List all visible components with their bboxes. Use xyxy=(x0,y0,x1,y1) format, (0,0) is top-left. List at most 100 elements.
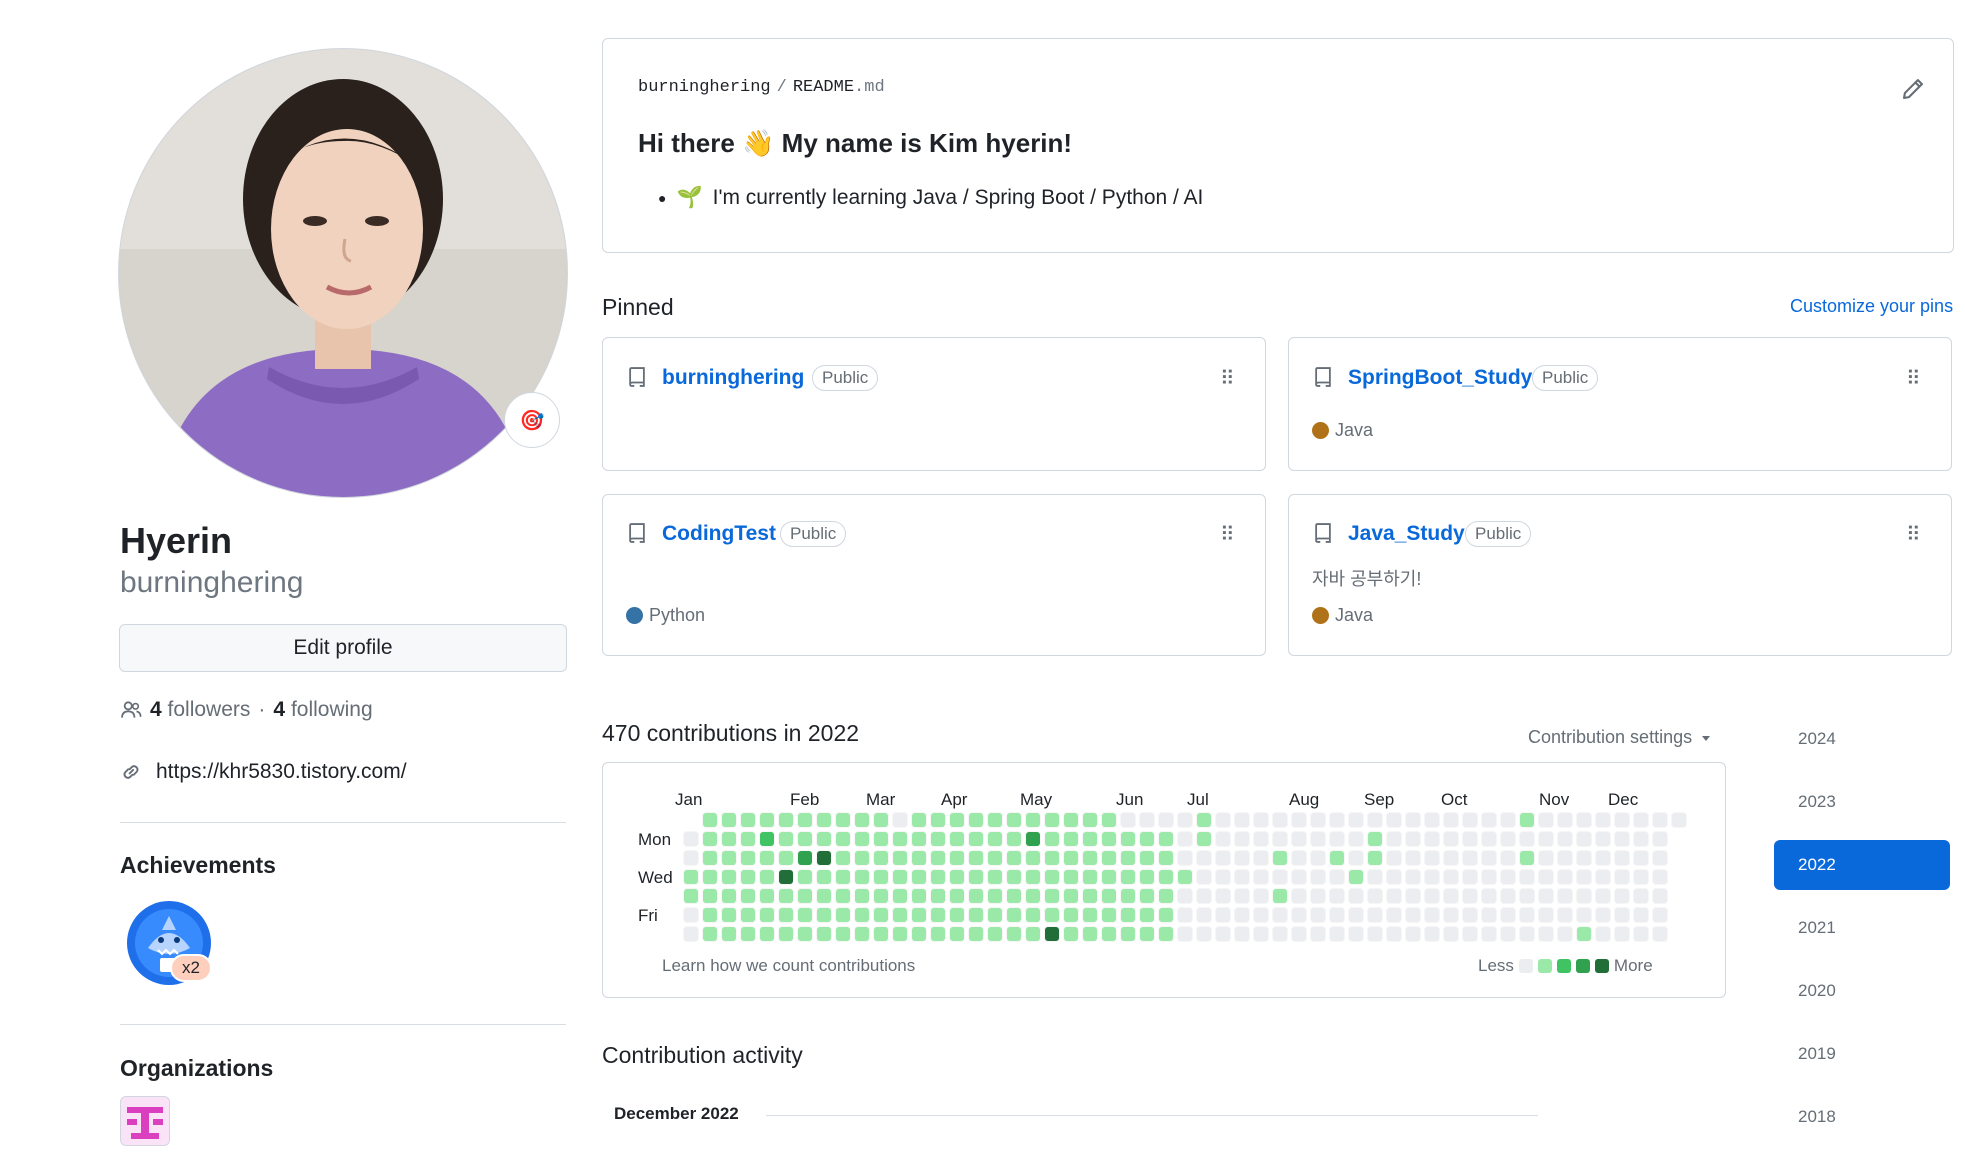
contribution-day-cell[interactable] xyxy=(1557,888,1573,904)
followers-link[interactable]: 4 followers xyxy=(150,698,250,722)
contribution-day-cell[interactable] xyxy=(1538,888,1554,904)
contribution-day-cell[interactable] xyxy=(1234,812,1250,828)
contribution-day-cell[interactable] xyxy=(683,831,699,847)
contribution-day-cell[interactable] xyxy=(1576,850,1592,866)
contribution-day-cell[interactable] xyxy=(968,888,984,904)
contribution-day-cell[interactable] xyxy=(1291,812,1307,828)
contribution-day-cell[interactable] xyxy=(1120,850,1136,866)
contribution-day-cell[interactable] xyxy=(1177,812,1193,828)
contribution-day-cell[interactable] xyxy=(1405,907,1421,923)
contribution-day-cell[interactable] xyxy=(778,926,794,942)
contribution-day-cell[interactable] xyxy=(854,850,870,866)
contribution-day-cell[interactable] xyxy=(1006,888,1022,904)
contribution-day-cell[interactable] xyxy=(1481,888,1497,904)
contribution-day-cell[interactable] xyxy=(1006,831,1022,847)
contribution-day-cell[interactable] xyxy=(1044,850,1060,866)
contribution-day-cell[interactable] xyxy=(1424,926,1440,942)
contribution-day-cell[interactable] xyxy=(1082,869,1098,885)
contribution-day-cell[interactable] xyxy=(1234,869,1250,885)
contribution-day-cell[interactable] xyxy=(1101,831,1117,847)
contribution-day-cell[interactable] xyxy=(949,907,965,923)
contribution-day-cell[interactable] xyxy=(1139,831,1155,847)
contribution-day-cell[interactable] xyxy=(1006,812,1022,828)
contribution-day-cell[interactable] xyxy=(1082,926,1098,942)
contribution-day-cell[interactable] xyxy=(1443,850,1459,866)
contribution-day-cell[interactable] xyxy=(702,926,718,942)
contribution-day-cell[interactable] xyxy=(1424,907,1440,923)
year-link-2021[interactable]: 2021 xyxy=(1774,903,1950,953)
contribution-day-cell[interactable] xyxy=(1443,869,1459,885)
contribution-day-cell[interactable] xyxy=(816,907,832,923)
contribution-day-cell[interactable] xyxy=(987,888,1003,904)
contribution-day-cell[interactable] xyxy=(1329,869,1345,885)
contribution-day-cell[interactable] xyxy=(683,850,699,866)
contribution-day-cell[interactable] xyxy=(1139,907,1155,923)
contribution-day-cell[interactable] xyxy=(1253,850,1269,866)
contribution-day-cell[interactable] xyxy=(1481,812,1497,828)
contribution-day-cell[interactable] xyxy=(1614,831,1630,847)
contribution-day-cell[interactable] xyxy=(1120,907,1136,923)
contribution-day-cell[interactable] xyxy=(1215,812,1231,828)
contribution-day-cell[interactable] xyxy=(1595,812,1611,828)
contribution-day-cell[interactable] xyxy=(1576,926,1592,942)
contribution-day-cell[interactable] xyxy=(1595,907,1611,923)
contribution-day-cell[interactable] xyxy=(1158,907,1174,923)
pinned-repo-name[interactable]: burninghering xyxy=(662,366,804,390)
contribution-day-cell[interactable] xyxy=(778,812,794,828)
contribution-day-cell[interactable] xyxy=(911,907,927,923)
contribution-day-cell[interactable] xyxy=(1538,926,1554,942)
contribution-day-cell[interactable] xyxy=(1462,888,1478,904)
contribution-day-cell[interactable] xyxy=(1196,907,1212,923)
year-link-2019[interactable]: 2019 xyxy=(1774,1029,1950,1079)
year-link-2023[interactable]: 2023 xyxy=(1774,777,1950,827)
contribution-day-cell[interactable] xyxy=(1139,812,1155,828)
contribution-day-cell[interactable] xyxy=(930,812,946,828)
contribution-day-cell[interactable] xyxy=(1196,869,1212,885)
contribution-day-cell[interactable] xyxy=(1272,831,1288,847)
contribution-day-cell[interactable] xyxy=(1443,812,1459,828)
contribution-settings-dropdown[interactable]: Contribution settings xyxy=(1528,727,1712,748)
contribution-day-cell[interactable] xyxy=(987,850,1003,866)
contribution-day-cell[interactable] xyxy=(911,888,927,904)
contribution-day-cell[interactable] xyxy=(854,907,870,923)
contribution-day-cell[interactable] xyxy=(1557,907,1573,923)
contribution-day-cell[interactable] xyxy=(892,907,908,923)
contribution-day-cell[interactable] xyxy=(1367,850,1383,866)
contribution-day-cell[interactable] xyxy=(1386,869,1402,885)
contribution-day-cell[interactable] xyxy=(1101,850,1117,866)
contribution-day-cell[interactable] xyxy=(854,869,870,885)
contribution-day-cell[interactable] xyxy=(1215,888,1231,904)
contribution-day-cell[interactable] xyxy=(1614,926,1630,942)
contribution-day-cell[interactable] xyxy=(702,850,718,866)
contribution-day-cell[interactable] xyxy=(1614,888,1630,904)
contribution-day-cell[interactable] xyxy=(1576,831,1592,847)
contribution-day-cell[interactable] xyxy=(835,869,851,885)
contribution-day-cell[interactable] xyxy=(968,831,984,847)
contribution-day-cell[interactable] xyxy=(873,850,889,866)
contribution-day-cell[interactable] xyxy=(930,888,946,904)
contribution-day-cell[interactable] xyxy=(1310,869,1326,885)
contribution-day-cell[interactable] xyxy=(1253,869,1269,885)
set-status-button[interactable]: 🎯 xyxy=(504,392,560,448)
contribution-day-cell[interactable] xyxy=(1025,926,1041,942)
learn-contributions-link[interactable]: Learn how we count contributions xyxy=(662,956,915,976)
contribution-day-cell[interactable] xyxy=(930,831,946,847)
contribution-day-cell[interactable] xyxy=(1025,888,1041,904)
contribution-day-cell[interactable] xyxy=(1557,812,1573,828)
contribution-day-cell[interactable] xyxy=(1291,926,1307,942)
contribution-day-cell[interactable] xyxy=(1101,907,1117,923)
contribution-day-cell[interactable] xyxy=(683,888,699,904)
contribution-day-cell[interactable] xyxy=(1082,812,1098,828)
year-link-2020[interactable]: 2020 xyxy=(1774,966,1950,1016)
contribution-day-cell[interactable] xyxy=(778,831,794,847)
contribution-day-cell[interactable] xyxy=(1177,888,1193,904)
contribution-day-cell[interactable] xyxy=(968,907,984,923)
contribution-day-cell[interactable] xyxy=(1196,888,1212,904)
contribution-day-cell[interactable] xyxy=(1291,831,1307,847)
contribution-day-cell[interactable] xyxy=(1500,850,1516,866)
contribution-day-cell[interactable] xyxy=(1063,869,1079,885)
contribution-day-cell[interactable] xyxy=(759,831,775,847)
contribution-day-cell[interactable] xyxy=(702,869,718,885)
pinned-repo-name[interactable]: CodingTest xyxy=(662,522,776,546)
contribution-day-cell[interactable] xyxy=(1272,869,1288,885)
